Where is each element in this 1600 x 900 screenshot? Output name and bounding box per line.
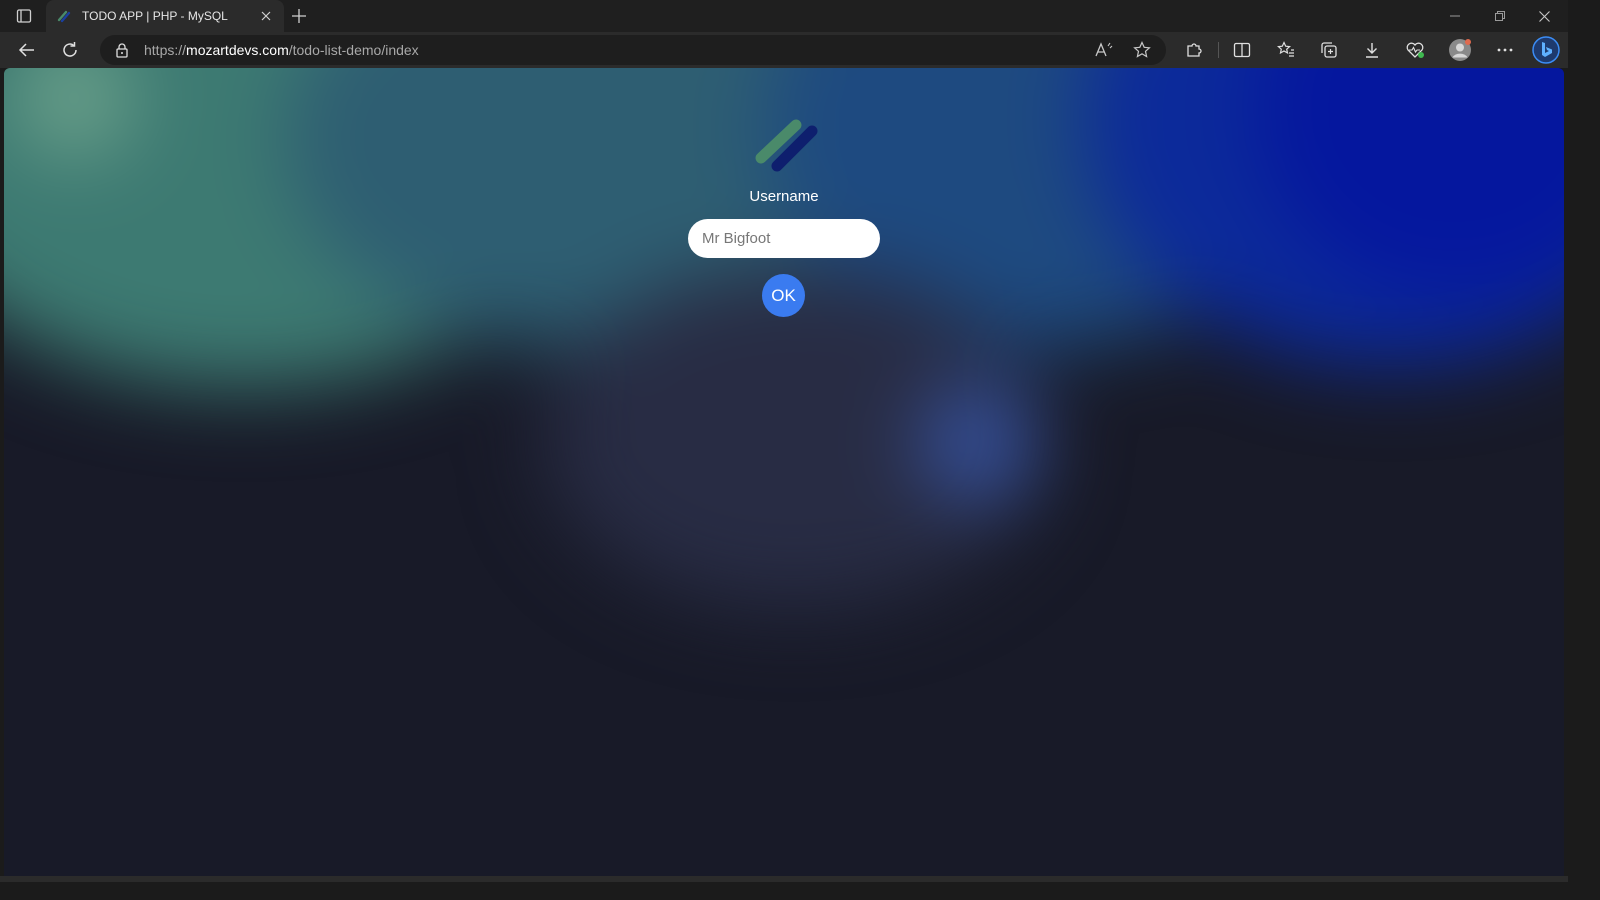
more-menu-button[interactable] xyxy=(1489,36,1521,64)
minimize-icon xyxy=(1449,15,1460,17)
back-arrow-icon xyxy=(18,43,34,57)
login-panel: Username OK xyxy=(4,68,1564,876)
browser-tab[interactable]: TODO APP | PHP - MySQL xyxy=(46,0,284,32)
browser-essentials-button[interactable] xyxy=(1399,36,1431,64)
collections-icon xyxy=(1321,42,1337,58)
profile-button[interactable] xyxy=(1444,36,1476,64)
tab-actions-icon xyxy=(16,9,32,23)
close-icon xyxy=(261,11,271,21)
close-window-button[interactable] xyxy=(1522,0,1567,32)
extensions-button[interactable] xyxy=(1178,36,1210,64)
downloads-button[interactable] xyxy=(1356,36,1388,64)
close-icon xyxy=(1539,10,1550,22)
tab-title: TODO APP | PHP - MySQL xyxy=(82,9,228,23)
url-host: mozartdevs.com xyxy=(186,42,289,58)
bing-icon xyxy=(1532,36,1560,64)
url-prefix: https:// xyxy=(144,42,187,58)
window-bottom-edge xyxy=(0,876,1568,882)
favorites-list-icon xyxy=(1277,41,1294,57)
new-tab-button[interactable] xyxy=(287,4,311,28)
plus-icon xyxy=(292,9,306,23)
username-input[interactable] xyxy=(688,219,880,258)
minimize-button[interactable] xyxy=(1432,0,1477,32)
puzzle-icon xyxy=(1187,43,1202,57)
favorites-button[interactable] xyxy=(1270,36,1302,64)
star-icon xyxy=(1133,41,1151,58)
refresh-icon xyxy=(63,42,77,57)
more-dots-icon xyxy=(1497,48,1513,52)
address-bar[interactable]: https://mozartdevs.com/todo-list-demo/in… xyxy=(100,35,1166,65)
lock-icon xyxy=(116,43,128,58)
collections-button[interactable] xyxy=(1313,36,1345,64)
tab-actions-button[interactable] xyxy=(8,4,40,28)
tab-bar: TODO APP | PHP - MySQL xyxy=(0,0,1568,32)
split-screen-icon xyxy=(1233,42,1251,58)
url-text: https://mozartdevs.com/todo-list-demo/in… xyxy=(144,42,419,58)
tab-close-button[interactable] xyxy=(256,6,276,26)
app-logo-icon xyxy=(755,119,818,172)
back-button[interactable] xyxy=(11,36,43,64)
split-screen-button[interactable] xyxy=(1226,36,1258,64)
bing-copilot-button[interactable] xyxy=(1530,36,1562,64)
restore-button[interactable] xyxy=(1477,0,1522,32)
avatar-icon xyxy=(1449,39,1471,61)
read-aloud-button[interactable] xyxy=(1090,38,1118,62)
ok-button[interactable]: OK xyxy=(762,274,805,317)
refresh-button[interactable] xyxy=(54,36,86,64)
page-viewport: Username OK xyxy=(4,68,1564,876)
browser-toolbar: https://mozartdevs.com/todo-list-demo/in… xyxy=(0,32,1568,68)
username-label: Username xyxy=(749,188,819,205)
favorite-button[interactable] xyxy=(1128,38,1156,62)
download-icon xyxy=(1366,43,1378,58)
read-aloud-icon xyxy=(1095,42,1113,57)
url-path: /todo-list-demo/index xyxy=(288,42,419,58)
favicon-icon xyxy=(57,10,71,23)
heart-pulse-icon xyxy=(1406,42,1424,58)
restore-icon xyxy=(1494,11,1505,21)
